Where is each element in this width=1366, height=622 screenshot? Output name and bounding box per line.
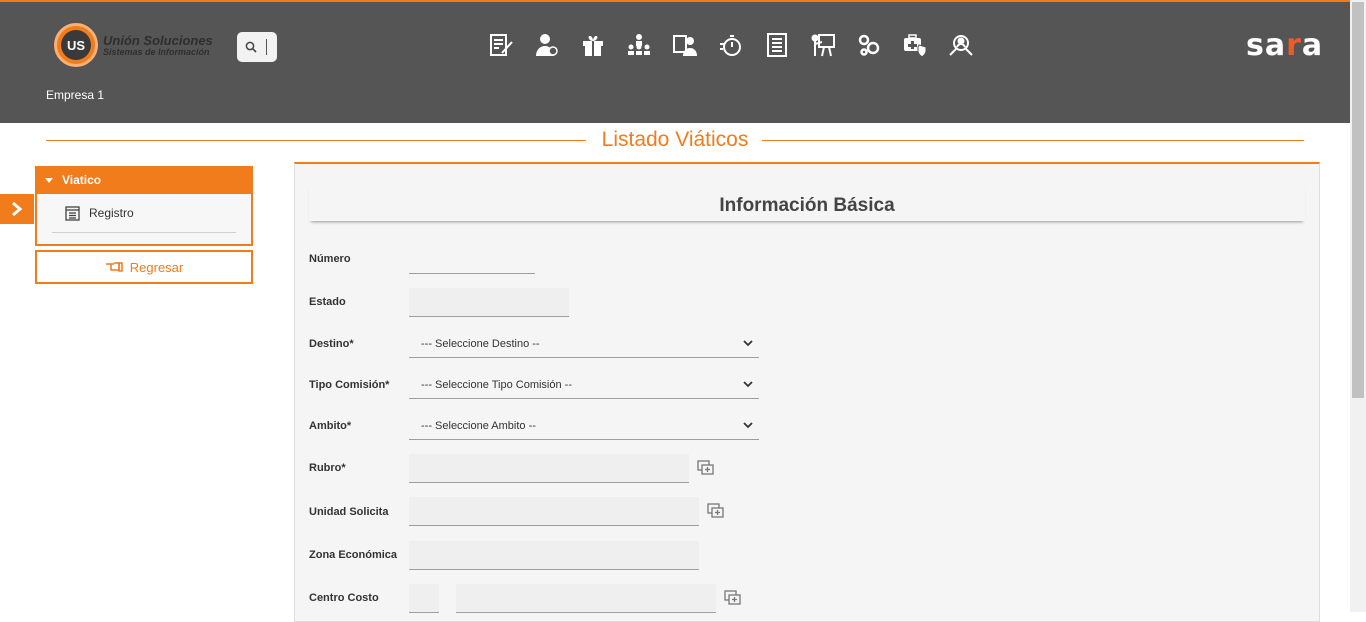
module-user-money[interactable] bbox=[534, 30, 580, 60]
estado-label: Estado bbox=[309, 296, 346, 308]
search-icon bbox=[245, 41, 257, 53]
destino-label: Destino* bbox=[309, 338, 354, 350]
unidad-solicita-field[interactable] bbox=[409, 497, 699, 526]
gift-icon bbox=[583, 36, 603, 56]
unidad-solicita-picker-icon[interactable] bbox=[707, 503, 725, 519]
document-edit-icon bbox=[490, 34, 513, 56]
rubro-field[interactable] bbox=[409, 454, 689, 483]
module-gift[interactable] bbox=[580, 30, 626, 60]
module-org-chart[interactable] bbox=[626, 30, 672, 60]
gears-icon bbox=[858, 34, 880, 56]
sidebar-item-label: Registro bbox=[89, 206, 134, 220]
org-chart-icon bbox=[628, 34, 650, 55]
ambito-select[interactable]: --- Seleccione Ambito -- bbox=[409, 412, 759, 440]
chevron-right-icon bbox=[12, 201, 23, 217]
list-icon bbox=[65, 205, 80, 221]
chevron-down-icon bbox=[743, 381, 753, 388]
zona-economica-field[interactable] bbox=[409, 541, 699, 570]
app-header: US Unión Soluciones Sistemas de Informac… bbox=[0, 2, 1350, 123]
scrollbar-thumb[interactable] bbox=[1352, 2, 1364, 398]
chevron-down-icon bbox=[743, 422, 753, 429]
health-shield-icon bbox=[904, 34, 927, 58]
back-button-label: Regresar bbox=[129, 259, 184, 275]
sidebar-item-registro[interactable]: Registro bbox=[52, 194, 236, 233]
brand-logo: sara bbox=[1246, 28, 1323, 63]
search-button[interactable] bbox=[237, 32, 277, 62]
sidebar-group-viatico[interactable]: Viatico bbox=[35, 166, 253, 194]
module-id-card-user[interactable] bbox=[672, 30, 718, 60]
destino-select[interactable]: --- Seleccione Destino -- bbox=[409, 330, 759, 358]
ambito-label: Ambito* bbox=[309, 420, 352, 432]
rubro-picker-icon[interactable] bbox=[697, 460, 715, 476]
stopwatch-icon bbox=[720, 35, 741, 56]
tipo-comision-label: Tipo Comisión* bbox=[309, 379, 390, 391]
caret-down-icon bbox=[45, 177, 53, 183]
section-title: Información Básica bbox=[309, 184, 1305, 221]
logo-badge-text: US bbox=[61, 30, 91, 60]
module-bar bbox=[488, 30, 994, 60]
module-document-edit[interactable] bbox=[488, 30, 534, 60]
numero-label: Número bbox=[309, 253, 351, 265]
centro-costo-picker-icon[interactable] bbox=[724, 590, 742, 606]
basic-info-form: Información Básica Número Estado Destino… bbox=[294, 162, 1320, 622]
page-scrollbar[interactable] bbox=[1350, 0, 1366, 612]
sidebar: Viatico Registro Regresar bbox=[35, 166, 253, 284]
back-button[interactable]: Regresar bbox=[35, 250, 253, 284]
module-health-shield[interactable] bbox=[902, 30, 948, 60]
id-card-user-icon bbox=[673, 35, 697, 56]
logo-tagline: Sistemas de Información bbox=[103, 46, 210, 57]
tipo-comision-selected: --- Seleccione Tipo Comisión -- bbox=[421, 378, 572, 391]
module-stopwatch[interactable] bbox=[718, 30, 764, 60]
chevron-down-icon bbox=[743, 340, 753, 347]
rubro-label: Rubro* bbox=[309, 462, 346, 474]
sidebar-group-body: Registro bbox=[35, 194, 253, 246]
module-report-sheet[interactable] bbox=[764, 30, 810, 60]
company-name[interactable]: Empresa 1 bbox=[46, 88, 104, 102]
zona-economica-label: Zona Económica bbox=[309, 549, 398, 561]
sidebar-toggle-button[interactable] bbox=[0, 194, 34, 224]
numero-field[interactable] bbox=[409, 246, 535, 274]
page-title: Listado Viáticos bbox=[601, 128, 749, 151]
hand-pointing-left-icon bbox=[105, 262, 123, 272]
company-logo[interactable]: US Unión Soluciones Sistemas de Informac… bbox=[54, 23, 213, 67]
centro-costo-name-field[interactable] bbox=[456, 584, 716, 613]
search-people-icon bbox=[949, 35, 973, 56]
report-sheet-icon bbox=[767, 33, 787, 57]
centro-costo-code-field[interactable] bbox=[409, 584, 439, 613]
module-presentation[interactable] bbox=[810, 30, 856, 60]
presentation-icon bbox=[811, 34, 835, 57]
module-search-people[interactable] bbox=[948, 30, 994, 60]
module-gears[interactable] bbox=[856, 30, 902, 60]
estado-field[interactable] bbox=[409, 288, 569, 317]
logo-badge: US bbox=[54, 23, 98, 67]
user-money-icon bbox=[536, 34, 558, 56]
page-title-row: Listado Viáticos bbox=[46, 128, 1304, 152]
destino-selected: --- Seleccione Destino -- bbox=[421, 337, 540, 350]
unidad-solicita-label: Unidad Solicita bbox=[309, 506, 389, 518]
brand-text: sara bbox=[1246, 28, 1324, 63]
ambito-selected: --- Seleccione Ambito -- bbox=[421, 419, 536, 432]
centro-costo-label: Centro Costo bbox=[309, 592, 379, 604]
sidebar-group-label: Viatico bbox=[62, 173, 102, 187]
logo-name: Unión Soluciones bbox=[103, 32, 213, 48]
tipo-comision-select[interactable]: --- Seleccione Tipo Comisión -- bbox=[409, 371, 759, 399]
